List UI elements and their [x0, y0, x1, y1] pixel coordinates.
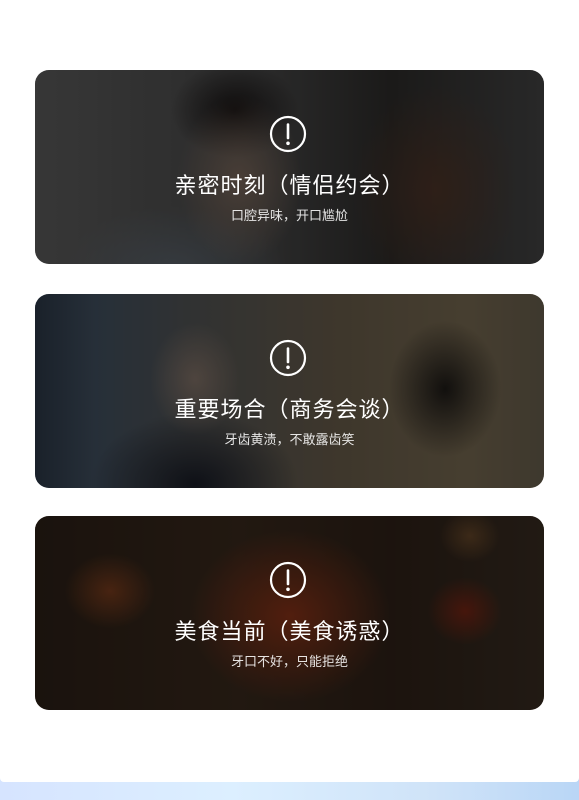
- card-subtitle: 口腔异味，开口尴尬: [230, 209, 348, 224]
- card-subtitle: 牙口不好，只能拒绝: [230, 655, 348, 670]
- card-content: 美食当前（美食诱惑） 牙口不好，只能拒绝: [35, 516, 544, 710]
- alert-circle-icon: [269, 561, 307, 599]
- card-subtitle: 牙齿黄渍，不敢露齿笑: [224, 433, 355, 448]
- bottom-gradient-bar: [0, 778, 579, 800]
- alert-circle-icon: [269, 339, 307, 377]
- page: 亲密时刻（情侣约会） 口腔异味，开口尴尬 重要场合（商务会谈） 牙齿黄渍，不敢露…: [0, 0, 579, 800]
- card-title: 美食当前（美食诱惑）: [174, 620, 405, 645]
- scenario-card-business[interactable]: 重要场合（商务会谈） 牙齿黄渍，不敢露齿笑: [35, 294, 544, 488]
- card-content: 重要场合（商务会谈） 牙齿黄渍，不敢露齿笑: [35, 294, 544, 488]
- scenario-card-food[interactable]: 美食当前（美食诱惑） 牙口不好，只能拒绝: [35, 516, 544, 710]
- card-title: 亲密时刻（情侣约会）: [174, 174, 405, 199]
- scenario-card-dating[interactable]: 亲密时刻（情侣约会） 口腔异味，开口尴尬: [35, 70, 544, 264]
- card-content: 亲密时刻（情侣约会） 口腔异味，开口尴尬: [35, 70, 544, 264]
- alert-circle-icon: [269, 115, 307, 153]
- card-title: 重要场合（商务会谈）: [174, 398, 405, 423]
